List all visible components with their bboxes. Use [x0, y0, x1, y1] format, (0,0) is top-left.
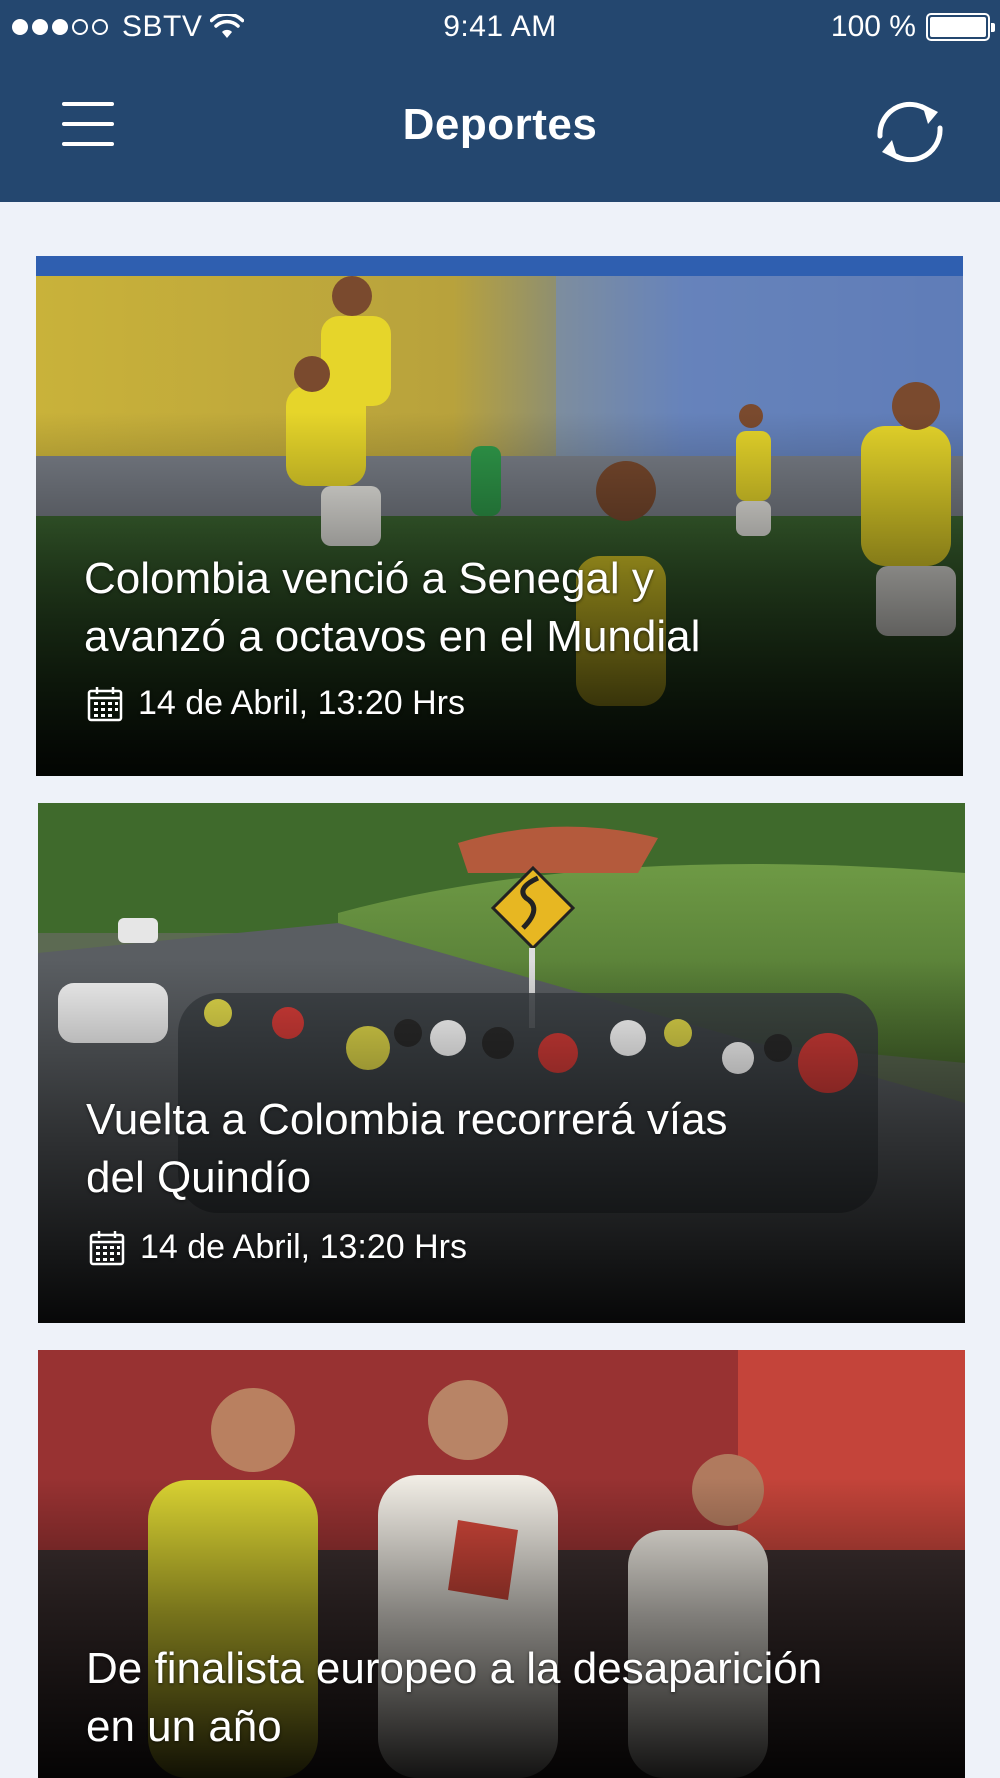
battery-icon	[926, 13, 995, 41]
article-date: 14 de Abril, 13:20 Hrs	[88, 1228, 467, 1267]
headline-line: De finalista europeo a la desaparición	[86, 1644, 823, 1693]
article-headline: Colombia venció a Senegal y avanzó a oct…	[84, 550, 923, 666]
article-card[interactable]: Vuelta a Colombia recorrerá vías del Qui…	[38, 803, 965, 1323]
date-text: 14 de Abril, 13:20 Hrs	[140, 1228, 467, 1266]
top-bar: SBTV 9:41 AM 100 % Deportes	[0, 0, 1000, 202]
refresh-icon[interactable]	[870, 92, 950, 172]
article-headline: De finalista europeo a la desaparición e…	[86, 1640, 925, 1756]
calendar-icon	[87, 686, 123, 721]
calendar-icon	[89, 1230, 125, 1265]
battery-fill	[930, 17, 986, 37]
date-text: 14 de Abril, 13:20 Hrs	[138, 684, 465, 722]
battery-percentage: 100 %	[830, 10, 916, 43]
article-card[interactable]: Colombia venció a Senegal y avanzó a oct…	[36, 256, 963, 776]
headline-line: avanzó a octavos en el Mundial	[84, 612, 701, 661]
headline-line: Colombia venció a Senegal y	[84, 554, 654, 603]
headline-line: del Quindío	[86, 1153, 312, 1202]
navigation-bar: Deportes	[0, 56, 1000, 202]
article-card[interactable]: De finalista europeo a la desaparición e…	[38, 1350, 965, 1778]
status-right: 100 %	[830, 10, 995, 44]
article-headline: Vuelta a Colombia recorrerá vías del Qui…	[86, 1091, 925, 1207]
article-date: 14 de Abril, 13:20 Hrs	[86, 684, 465, 723]
page-title: Deportes	[402, 100, 598, 149]
status-bar: SBTV 9:41 AM 100 %	[0, 0, 1000, 56]
battery-nub	[991, 23, 995, 32]
headline-line: en un año	[86, 1702, 282, 1751]
headline-line: Vuelta a Colombia recorrerá vías	[86, 1095, 728, 1144]
